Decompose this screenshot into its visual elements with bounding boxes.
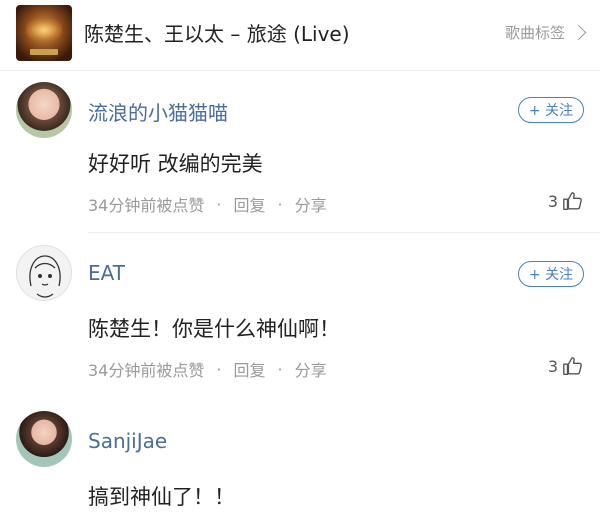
song-header: 陈楚生、王以太 – 旅途 (Live) 歌曲标签 — [0, 0, 600, 71]
share-button[interactable]: 分享 — [295, 357, 327, 381]
song-tags-link[interactable]: 歌曲标签 — [504, 22, 587, 43]
thumbs-up-icon — [563, 357, 582, 375]
avatar[interactable] — [16, 245, 72, 301]
follow-button[interactable]: + 关注 — [518, 97, 584, 123]
sketch-face-icon — [29, 255, 61, 298]
song-tags-label: 歌曲标签 — [504, 24, 565, 42]
comment-text: 好好听 改编的完美 — [88, 152, 263, 176]
separator-dot: · — [216, 194, 222, 214]
like-button[interactable]: 3 — [548, 355, 584, 377]
comment-meta: 34分钟前被点赞 · 回复 · 分享 — [88, 357, 327, 381]
follow-button[interactable]: + 关注 — [518, 261, 584, 287]
separator-dot: · — [277, 194, 283, 214]
reply-button[interactable]: 回复 — [233, 192, 265, 216]
comment-text: 陈楚生！你是什么神仙啊！ — [88, 317, 340, 341]
comment-username[interactable]: SanjiJae — [88, 429, 167, 453]
album-cover-art — [26, 19, 62, 41]
like-button[interactable]: 3 — [548, 190, 584, 212]
separator-dot: · — [277, 359, 283, 379]
follow-button-label: + 关注 — [528, 267, 574, 283]
album-cover-stripe — [30, 49, 58, 55]
comment-meta: 34分钟前被点赞 · 回复 · 分享 — [88, 192, 327, 216]
comment-item: SanjiJae 搞到神仙了！！ — [0, 399, 600, 516]
comment-item: EAT + 关注 陈楚生！你是什么神仙啊！ 34分钟前被点赞 · 回复 · 分享… — [0, 233, 600, 399]
comment-username[interactable]: 流浪的小猫猫喵 — [88, 97, 228, 126]
thumbs-up-icon — [563, 192, 582, 210]
like-count: 3 — [547, 191, 558, 211]
follow-button-label: + 关注 — [528, 103, 574, 119]
song-title[interactable]: 陈楚生、王以太 – 旅途 (Live) — [84, 18, 350, 47]
separator-dot: · — [216, 359, 222, 379]
comment-username[interactable]: EAT — [88, 261, 125, 285]
comment-time: 34分钟前被点赞 — [88, 196, 205, 215]
avatar[interactable] — [16, 411, 72, 467]
album-cover[interactable] — [16, 5, 72, 61]
chevron-right-icon — [570, 24, 587, 41]
like-count: 3 — [547, 356, 558, 376]
comment-text: 搞到神仙了！！ — [88, 485, 235, 509]
comment-time: 34分钟前被点赞 — [88, 361, 205, 380]
share-button[interactable]: 分享 — [295, 192, 327, 216]
avatar[interactable] — [16, 82, 72, 138]
reply-button[interactable]: 回复 — [233, 357, 265, 381]
comment-item: 流浪的小猫猫喵 + 关注 好好听 改编的完美 34分钟前被点赞 · 回复 · 分… — [0, 70, 600, 233]
